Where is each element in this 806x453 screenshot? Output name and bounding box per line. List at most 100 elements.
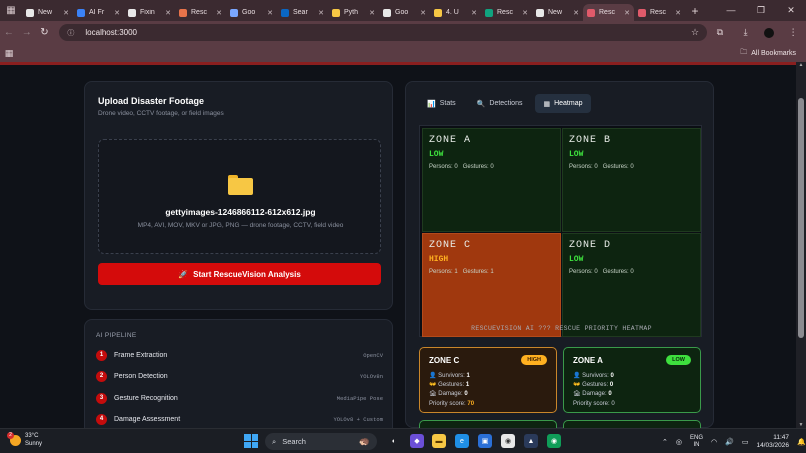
copilot-icon[interactable]: ◐ (387, 434, 401, 448)
scroll-up-icon[interactable]: ▲ (796, 62, 806, 68)
address-bar[interactable]: ⓘ localhost:3000 ☆ (59, 24, 708, 41)
browser-tab[interactable]: Resc ✕ (175, 4, 226, 21)
close-tab-icon[interactable]: ✕ (420, 9, 426, 17)
clock[interactable]: 11:47 14/03/2026 (756, 434, 789, 450)
close-tab-icon[interactable]: ✕ (522, 9, 528, 17)
profile-avatar[interactable] (764, 27, 775, 38)
scrollbar-thumb[interactable] (798, 98, 804, 338)
close-tab-icon[interactable]: ✕ (267, 9, 273, 17)
apps-grid-icon[interactable]: ▦ (0, 48, 18, 59)
new-tab-button[interactable]: + (685, 4, 705, 18)
close-tab-icon[interactable]: ✕ (165, 9, 171, 17)
extensions-icon[interactable]: ⧉ (707, 27, 733, 38)
browser-tab[interactable]: Pyth ✕ (328, 4, 379, 21)
python-icon (434, 8, 442, 17)
browser-tab[interactable]: Resc ✕ (481, 4, 532, 21)
minimize-icon[interactable]: — (716, 5, 746, 16)
close-tab-icon[interactable]: ✕ (624, 9, 630, 17)
file-format-hint: MP4, AVI, MOV, MKV or JPG, PNG — drone f… (137, 222, 344, 229)
notifications-icon[interactable]: 🔔 (797, 438, 806, 446)
language-indicator[interactable]: ENG IN (690, 435, 703, 449)
chrome-icon[interactable]: ◉ (501, 434, 515, 448)
bookmark-star-icon[interactable]: ☆ (691, 27, 699, 38)
close-window-icon[interactable]: ✕ (776, 5, 806, 16)
chat-icon (128, 8, 136, 17)
chrome-profile-icon[interactable]: ◉ (547, 434, 561, 448)
tab-title: Resc (650, 9, 666, 16)
tab-stats[interactable]: 📊 Stats (419, 94, 464, 113)
browser-toolbar: ← → ↻ ⓘ localhost:3000 ☆ ⧉ ⤓ ⋮ (0, 21, 806, 44)
battery-icon[interactable]: ▭ (742, 438, 749, 446)
step-number: 1 (96, 349, 107, 361)
zone-card-b-partial[interactable] (419, 420, 557, 428)
weather-temp: 33°C (25, 433, 39, 439)
browser-tab[interactable]: Resc ✕ (634, 4, 685, 21)
step-number: 2 (96, 370, 107, 382)
survivors-row: 👤 Survivors: 0 (573, 373, 614, 379)
browser-tab[interactable]: AI Fr ✕ (73, 4, 124, 21)
browser-tab[interactable]: New ✕ (532, 4, 583, 21)
reload-icon[interactable]: ↻ (36, 27, 54, 38)
tab-title: 4. U (446, 9, 459, 16)
browser-tab[interactable]: Fixin ✕ (124, 4, 175, 21)
browser-tab[interactable]: Resc ✕ (583, 4, 634, 21)
chevron-up-icon[interactable]: ⌃ (662, 438, 668, 446)
close-tab-icon[interactable]: ✕ (471, 9, 477, 17)
windows-start-icon[interactable] (244, 434, 258, 448)
search-icon: 🔍 (476, 100, 486, 108)
browser-tab[interactable]: 4. U ✕ (430, 4, 481, 21)
heatmap-zone-b: ZONE B LOW Persons: 0 Gestures: 0 (562, 128, 701, 232)
browser-tab[interactable]: New ✕ (22, 4, 73, 21)
all-bookmarks-button[interactable]: 🗀 All Bookmarks (740, 48, 796, 59)
tab-title: New (548, 9, 563, 16)
zone-name: ZONE D (569, 240, 612, 251)
app-icon (638, 8, 646, 17)
download-icon[interactable]: ⤓ (733, 27, 759, 38)
store-icon[interactable]: ▣ (478, 434, 492, 448)
edge-icon[interactable]: e (455, 434, 469, 448)
tab-title: Goo (395, 9, 409, 16)
zone-card-d-partial[interactable] (563, 420, 701, 428)
tab-search-icon[interactable]: ▦ (0, 0, 22, 21)
terminal-icon[interactable]: ▲ (524, 434, 538, 448)
pipeline-step: 4 Damage Assessment YOLOv8 + Custom (96, 412, 383, 426)
file-dropzone[interactable]: gettyimages-1246866112-612x612.jpg MP4, … (98, 139, 381, 254)
security-icon[interactable]: ◎ (676, 438, 682, 446)
page-scrollbar[interactable]: ▲ ▼ (796, 62, 806, 428)
tab-label: Heatmap (554, 100, 583, 107)
app-icon[interactable]: ◆ (410, 434, 424, 448)
step-label: Gesture Recognition (114, 394, 178, 402)
priority-score: Priority score: 0 (573, 401, 615, 407)
file-explorer-icon[interactable]: ▬ (432, 434, 446, 448)
priority-heatmap: ZONE A LOW Persons: 0 Gestures: 0 ZONE B… (419, 125, 702, 337)
maximize-icon[interactable]: ❐ (746, 5, 776, 16)
wifi-icon[interactable]: ◠ (711, 438, 717, 446)
browser-tab[interactable]: Goo ✕ (226, 4, 277, 21)
close-tab-icon[interactable]: ✕ (216, 9, 222, 17)
forward-icon[interactable]: → (18, 27, 36, 38)
tab-title: Resc (497, 9, 513, 16)
back-icon[interactable]: ← (0, 27, 18, 38)
close-tab-icon[interactable]: ✕ (318, 9, 324, 17)
zone-card-c[interactable]: ZONE C HIGH 👤 Survivors: 1 👐 Gestures: 1… (419, 347, 557, 413)
browser-tab[interactable]: Goo ✕ (379, 4, 430, 21)
zone-card-a[interactable]: ZONE A LOW 👤 Survivors: 0 👐 Gestures: 0 … (563, 347, 701, 413)
browser-tab[interactable]: Sear ✕ (277, 4, 328, 21)
close-tab-icon[interactable]: ✕ (369, 9, 375, 17)
folder-icon (228, 175, 253, 195)
start-analysis-button[interactable]: 🚀 Start RescueVision Analysis (98, 263, 381, 285)
taskbar-search[interactable]: ⌕ Search 🦔 (265, 433, 377, 450)
tab-detections[interactable]: 🔍 Detections (469, 94, 531, 113)
close-tab-icon[interactable]: ✕ (573, 9, 579, 17)
tab-heatmap[interactable]: ▦ Heatmap (535, 94, 591, 113)
close-tab-icon[interactable]: ✕ (675, 9, 681, 17)
menu-kebab-icon[interactable]: ⋮ (780, 27, 806, 38)
zone-name: ZONE B (569, 135, 612, 146)
close-tab-icon[interactable]: ✕ (114, 9, 120, 17)
bar-chart-icon: 📊 (427, 100, 436, 108)
close-tab-icon[interactable]: ✕ (63, 9, 69, 17)
site-info-icon[interactable]: ⓘ (67, 28, 77, 38)
volume-icon[interactable]: 🔊 (725, 438, 734, 446)
weather-widget[interactable]: 2 33°C Sunny (7, 431, 42, 448)
tab-title: Resc (191, 9, 207, 16)
